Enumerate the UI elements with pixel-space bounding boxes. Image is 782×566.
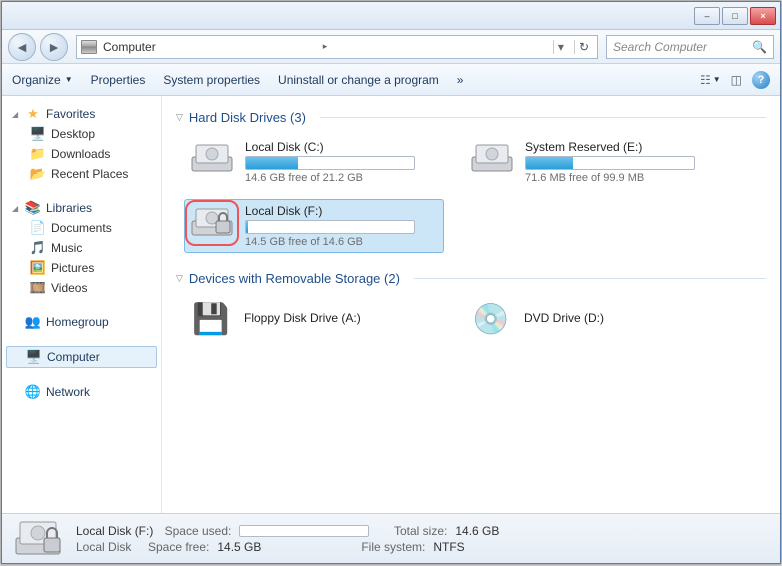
space-free-label: Space free:	[139, 540, 209, 554]
view-options-button[interactable]: ☷ ▼	[700, 73, 721, 87]
minimize-button[interactable]: –	[694, 7, 720, 25]
help-button[interactable]: ?	[752, 71, 770, 89]
sidebar-item-music[interactable]: 🎵Music	[6, 238, 157, 258]
videos-icon: 🎞️	[30, 280, 46, 296]
filesystem-value: NTFS	[433, 540, 464, 554]
libraries-group[interactable]: ◢📚Libraries	[6, 198, 157, 218]
sidebar-item-computer[interactable]: 🖥️Computer	[6, 346, 157, 368]
computer-icon: 🖥️	[26, 349, 42, 365]
search-input[interactable]: Search Computer 🔍	[606, 35, 774, 59]
total-size-label: Total size:	[377, 524, 447, 538]
uninstall-button[interactable]: Uninstall or change a program	[278, 73, 439, 87]
computer-icon	[81, 40, 97, 54]
drive-e[interactable]: System Reserved (E:) 71.6 MB free of 99.…	[464, 135, 724, 189]
selected-drive-type: Local Disk	[76, 540, 131, 554]
hdd-lock-icon	[189, 204, 235, 242]
command-bar: Organize▼ Properties System properties U…	[2, 64, 780, 96]
total-size-value: 14.6 GB	[455, 524, 499, 538]
drive-label: Local Disk (C:)	[245, 140, 439, 154]
libraries-icon: 📚	[25, 200, 41, 216]
usage-bar	[245, 220, 415, 234]
properties-button[interactable]: Properties	[91, 73, 146, 87]
documents-icon: 📄	[30, 220, 46, 236]
music-icon: 🎵	[30, 240, 46, 256]
maximize-button[interactable]: □	[722, 7, 748, 25]
navigation-pane: ◢★Favorites 🖥️Desktop 📁Downloads 📂Recent…	[2, 96, 162, 513]
body: ◢★Favorites 🖥️Desktop 📁Downloads 📂Recent…	[2, 96, 780, 513]
homegroup-group[interactable]: 👥Homegroup	[6, 312, 157, 332]
collapse-icon: ▽	[176, 112, 183, 123]
desktop-icon: 🖥️	[30, 126, 46, 142]
selected-drive-name: Local Disk (F:)	[76, 524, 153, 538]
refresh-button[interactable]: ↻	[574, 40, 593, 54]
drive-label: Local Disk (F:)	[245, 204, 439, 218]
sidebar-item-desktop[interactable]: 🖥️Desktop	[6, 124, 157, 144]
forward-button[interactable]: ►	[40, 33, 68, 61]
dvd-icon: 💿	[468, 300, 514, 338]
downloads-icon: 📁	[30, 146, 46, 162]
sidebar-item-documents[interactable]: 📄Documents	[6, 218, 157, 238]
usage-bar	[245, 156, 415, 170]
organize-button[interactable]: Organize▼	[12, 73, 73, 87]
free-space-label: 14.6 GB free of 21.2 GB	[245, 172, 439, 184]
hdd-lock-icon	[14, 518, 64, 560]
space-free-value: 14.5 GB	[217, 540, 347, 554]
drive-label: System Reserved (E:)	[525, 140, 719, 154]
preview-pane-button[interactable]: ◫	[731, 73, 742, 87]
network-icon: 🌐	[25, 384, 41, 400]
favorites-group[interactable]: ◢★Favorites	[6, 104, 157, 124]
back-button[interactable]: ◄	[8, 33, 36, 61]
system-properties-button[interactable]: System properties	[163, 73, 260, 87]
removable-section-header[interactable]: ▽ Devices with Removable Storage (2)	[176, 271, 766, 286]
content-pane: ▽ Hard Disk Drives (3) Local Disk (C:) 1…	[162, 96, 780, 513]
details-pane: Local Disk (F:) Space used: Total size: …	[2, 513, 780, 563]
sidebar-item-videos[interactable]: 🎞️Videos	[6, 278, 157, 298]
collapse-icon: ▽	[176, 273, 183, 284]
breadcrumb-chevron-icon[interactable]: ▸	[323, 41, 328, 52]
hdd-section-header[interactable]: ▽ Hard Disk Drives (3)	[176, 110, 766, 125]
drive-d[interactable]: 💿 DVD Drive (D:)	[464, 296, 724, 342]
homegroup-icon: 👥	[25, 314, 41, 330]
drive-a[interactable]: 💾 Floppy Disk Drive (A:)	[184, 296, 444, 342]
address-dropdown-icon[interactable]: ▾	[553, 40, 568, 54]
address-text: Computer	[103, 40, 317, 54]
pictures-icon: 🖼️	[30, 260, 46, 276]
chevron-down-icon: ▼	[65, 75, 73, 84]
drive-label: Floppy Disk Drive (A:)	[244, 311, 361, 325]
navigation-bar: ◄ ► Computer ▸ ▾ ↻ Search Computer 🔍	[2, 30, 780, 64]
star-icon: ★	[25, 106, 41, 122]
search-icon: 🔍	[752, 40, 767, 54]
titlebar: – □ ×	[2, 2, 780, 30]
drive-c[interactable]: Local Disk (C:) 14.6 GB free of 21.2 GB	[184, 135, 444, 189]
drive-label: DVD Drive (D:)	[524, 311, 604, 325]
recent-icon: 📂	[30, 166, 46, 182]
explorer-window: – □ × ◄ ► Computer ▸ ▾ ↻ Search Computer…	[1, 1, 781, 564]
hdd-icon	[189, 140, 235, 178]
free-space-label: 71.6 MB free of 99.9 MB	[525, 172, 719, 184]
space-used-label: Space used:	[161, 524, 231, 538]
sidebar-item-recent[interactable]: 📂Recent Places	[6, 164, 157, 184]
more-commands-button[interactable]: »	[457, 73, 464, 87]
free-space-label: 14.5 GB free of 14.6 GB	[245, 236, 439, 248]
search-placeholder: Search Computer	[613, 40, 707, 54]
close-button[interactable]: ×	[750, 7, 776, 25]
sidebar-item-downloads[interactable]: 📁Downloads	[6, 144, 157, 164]
network-group[interactable]: 🌐Network	[6, 382, 157, 402]
sidebar-item-pictures[interactable]: 🖼️Pictures	[6, 258, 157, 278]
floppy-icon: 💾	[188, 300, 234, 338]
space-used-bar	[239, 525, 369, 537]
usage-bar	[525, 156, 695, 170]
drive-f[interactable]: Local Disk (F:) 14.5 GB free of 14.6 GB	[184, 199, 444, 253]
hdd-icon	[469, 140, 515, 178]
filesystem-label: File system:	[355, 540, 425, 554]
address-bar[interactable]: Computer ▸ ▾ ↻	[76, 35, 598, 59]
